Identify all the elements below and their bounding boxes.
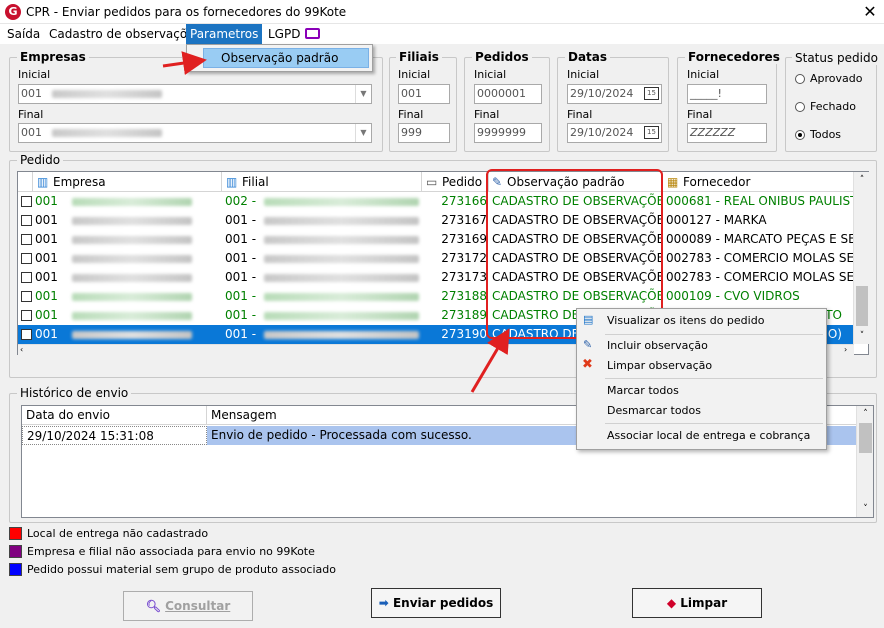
annotation-arrows [162, 51, 510, 393]
arrow-to-grid [470, 328, 510, 393]
arrow-to-dropdown [162, 51, 207, 76]
